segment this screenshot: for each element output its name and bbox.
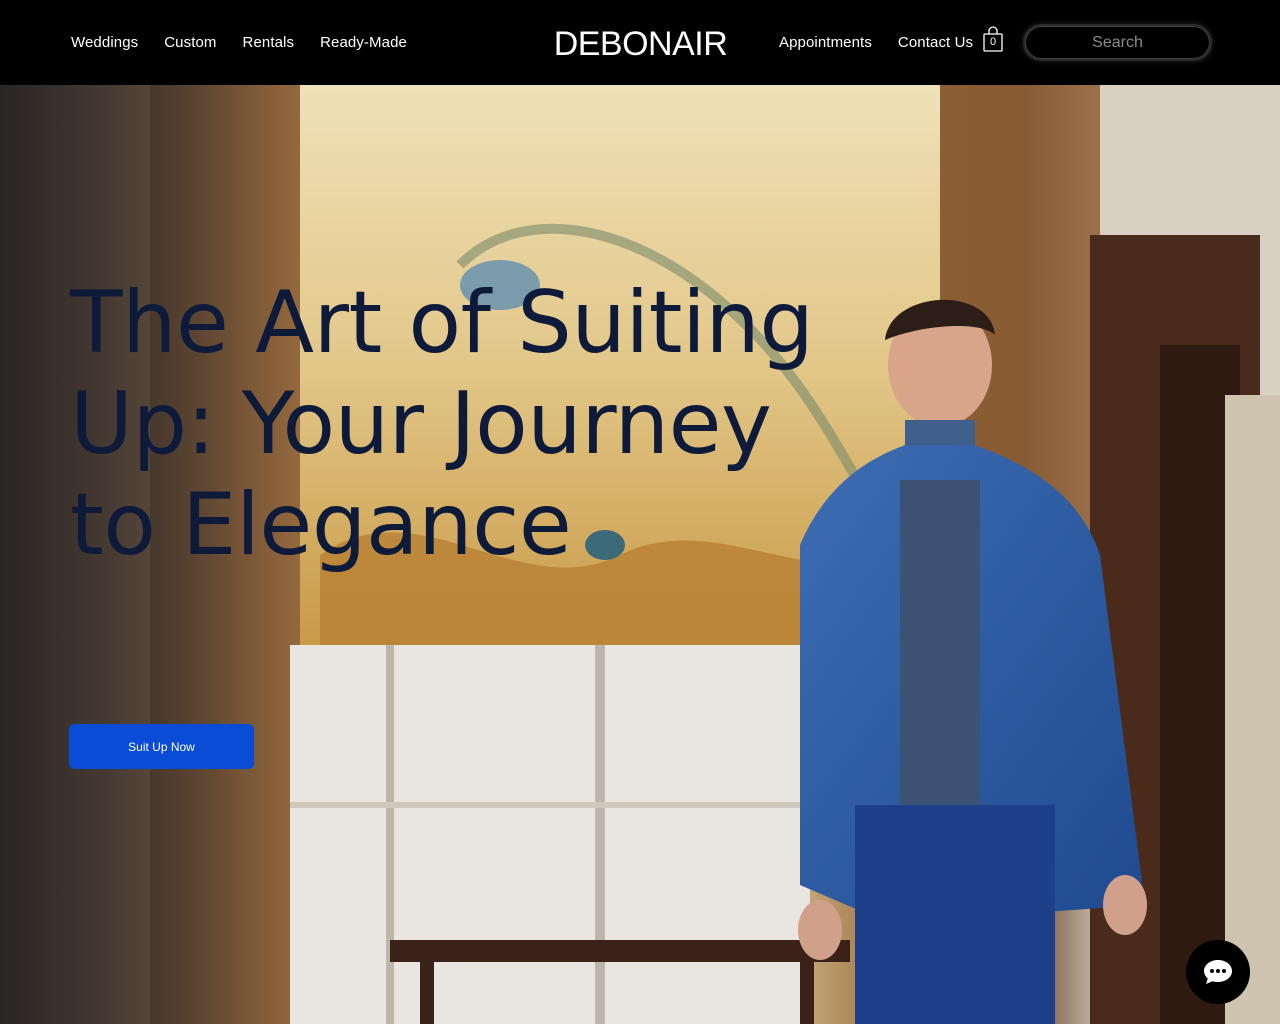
chat-button[interactable] xyxy=(1186,940,1250,1004)
cart-button[interactable]: 0 xyxy=(982,26,1004,53)
search-input[interactable] xyxy=(1023,24,1212,61)
site-header: Weddings Custom Rentals Ready-Made DEBON… xyxy=(0,0,1280,85)
headline-line-3: to Elegance xyxy=(70,475,572,575)
nav-ready-made[interactable]: Ready-Made xyxy=(320,34,407,51)
headline-line-2: Up: Your Journey xyxy=(70,374,772,474)
primary-nav: Weddings Custom Rentals Ready-Made xyxy=(71,0,433,85)
nav-contact-us[interactable]: Contact Us xyxy=(898,34,973,51)
secondary-nav: Appointments Contact Us xyxy=(779,0,999,85)
nav-custom[interactable]: Custom xyxy=(164,34,216,51)
nav-weddings[interactable]: Weddings xyxy=(71,34,138,51)
suit-up-now-button[interactable]: Suit Up Now xyxy=(69,724,254,769)
chat-bubble-icon xyxy=(1204,960,1232,984)
hero-section: The Art of Suiting Up: Your Journey to E… xyxy=(0,85,1280,1024)
site-logo[interactable]: DEBONAIR xyxy=(553,24,728,64)
headline-line-1: The Art of Suiting xyxy=(70,273,814,373)
nav-appointments[interactable]: Appointments xyxy=(779,34,872,51)
hero-headline: The Art of Suiting Up: Your Journey to E… xyxy=(70,273,814,576)
cart-count: 0 xyxy=(989,36,997,48)
nav-rentals[interactable]: Rentals xyxy=(243,34,295,51)
